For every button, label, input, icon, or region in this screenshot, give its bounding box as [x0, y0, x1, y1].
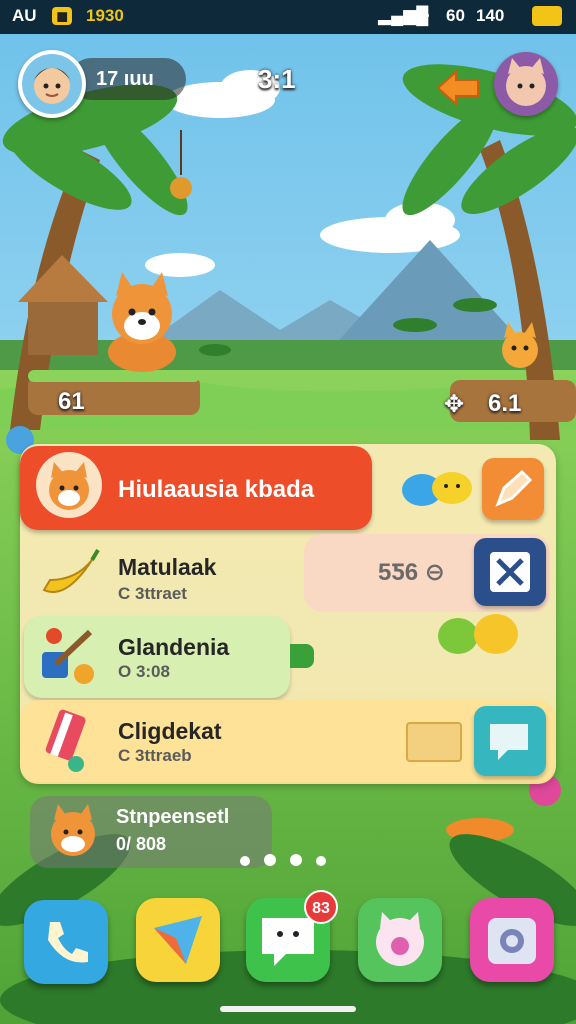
eggs-icon[interactable] [400, 464, 480, 512]
row-2-title: Glandenia [118, 634, 230, 660]
maps-app[interactable] [136, 898, 220, 982]
camera-app[interactable] [470, 898, 554, 982]
status-bar: AU ◼ 1930 ▂▄▆█ ◠ 60 140 [0, 0, 576, 34]
pencil-icon [495, 469, 533, 507]
page-dot[interactable] [264, 854, 276, 866]
chat-bubble-icon [490, 724, 528, 760]
row-1-subtitle: C 3ttraet [118, 584, 187, 603]
phone-icon [48, 922, 88, 963]
signal-text: 60 [446, 6, 465, 25]
header-title: Hiulaausia kbada [118, 476, 315, 503]
gesture-icon: ✥ [444, 391, 465, 418]
opponent-avatar[interactable] [494, 52, 558, 116]
right-time: 140 [476, 6, 505, 25]
page-dot[interactable] [316, 856, 326, 866]
arrow-icon[interactable] [432, 66, 484, 110]
row-1-title: Matulaak [118, 554, 217, 580]
beans-icon [438, 614, 518, 654]
row-1-action-button[interactable] [474, 538, 546, 606]
row-3-title: Cligdekat [118, 718, 222, 744]
folder-icon [406, 722, 462, 762]
bottom-widget-title: Stnpeensetl [116, 806, 230, 828]
paint-roller-icon [45, 709, 86, 772]
left-score-label: 61 [58, 388, 85, 415]
fox-avatar [36, 452, 102, 518]
fox-face-icon [49, 462, 89, 510]
corgi-character[interactable] [100, 272, 184, 376]
clock: 1930 [86, 6, 124, 25]
match-score: 3:1 [258, 64, 296, 94]
wifi-icon: ◠ [416, 6, 430, 25]
sim-icon: ◼ [52, 7, 73, 25]
pig-face-icon [376, 912, 424, 966]
row-1-badge: 5Ƽ6 ⊖ [378, 559, 445, 586]
page-dot[interactable] [240, 856, 250, 866]
home-indicator[interactable] [220, 1006, 356, 1012]
hanging-ornament-icon [170, 130, 192, 199]
row-2-subtitle: O 3:08 [118, 662, 170, 681]
messages-badge: 83 [304, 890, 338, 924]
fox-character[interactable] [496, 322, 544, 370]
player-avatar[interactable] [18, 50, 86, 118]
player-counter-text: 17 ıuu [96, 68, 154, 90]
paper-plane-icon [154, 916, 202, 964]
row-2-progress [290, 644, 314, 668]
page-indicator [240, 854, 336, 868]
battery-icon [532, 6, 562, 26]
row-3-subtitle: C 3ttraeb [118, 746, 192, 765]
banana-icon [42, 548, 100, 593]
tools-icon [42, 628, 94, 684]
page-dot[interactable] [290, 854, 302, 866]
phone-app[interactable] [24, 900, 108, 984]
fox-widget-icon [51, 804, 95, 856]
boy-face-icon [22, 54, 82, 114]
close-image-icon [490, 552, 530, 592]
carrier-label: AU [12, 6, 37, 25]
right-score-label: 6.1 [488, 390, 522, 417]
camera-icon [488, 918, 536, 964]
row-3-action-button[interactable] [474, 706, 546, 776]
cat-face-icon [506, 58, 546, 106]
pencil-button[interactable] [482, 458, 544, 520]
pets-app[interactable] [358, 898, 442, 982]
bottom-widget-subtitle: 0/ 808 [116, 834, 167, 854]
